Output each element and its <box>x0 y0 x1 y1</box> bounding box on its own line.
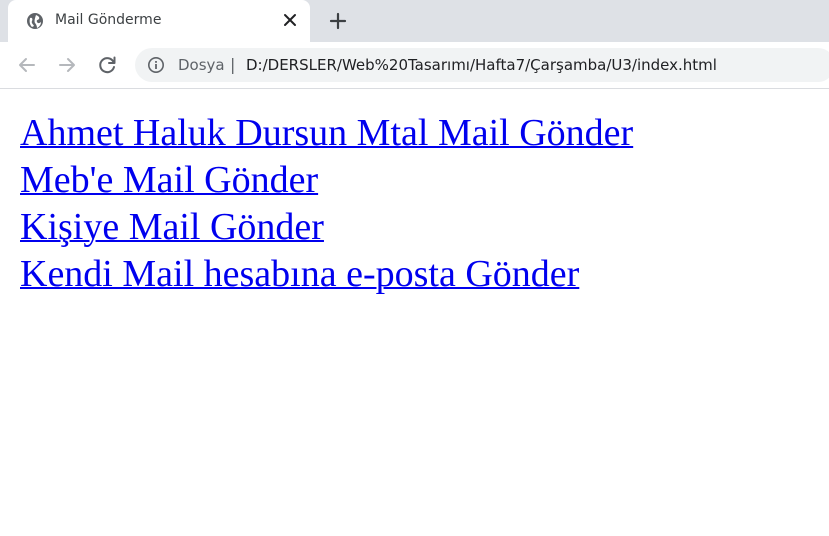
mail-link-ahmet-haluk-dursun[interactable]: Ahmet Haluk Dursun Mtal Mail Gönder <box>20 110 633 157</box>
arrow-right-icon[interactable] <box>55 53 79 77</box>
globe-icon <box>27 13 43 29</box>
arrow-left-icon[interactable] <box>15 53 39 77</box>
security-chip-label: Dosya <box>178 56 225 74</box>
chip-separator: | <box>230 55 236 74</box>
plus-icon[interactable] <box>326 9 350 33</box>
active-tab[interactable]: Mail Gönderme <box>8 0 310 42</box>
mail-link-kisiye[interactable]: Kişiye Mail Gönder <box>20 204 324 251</box>
info-icon[interactable] <box>147 56 165 74</box>
browser-toolbar: Dosya | D:/DERSLER/Web%20Tasarımı/Hafta7… <box>0 42 829 89</box>
mail-link-meb[interactable]: Meb'e Mail Gönder <box>20 157 318 204</box>
mail-link-kendi-hesap[interactable]: Kendi Mail hesabına e-posta Gönder <box>20 251 579 298</box>
url-text[interactable]: D:/DERSLER/Web%20Tasarımı/Hafta7/Çarşamb… <box>246 56 717 74</box>
tab-strip: Mail Gönderme <box>0 0 829 42</box>
reload-icon[interactable] <box>95 53 119 77</box>
address-bar[interactable]: Dosya | D:/DERSLER/Web%20Tasarımı/Hafta7… <box>135 48 829 82</box>
close-icon[interactable] <box>280 10 300 30</box>
page-content: Ahmet Haluk Dursun Mtal Mail Gönder Meb'… <box>20 110 820 298</box>
tab-title: Mail Gönderme <box>55 12 162 28</box>
